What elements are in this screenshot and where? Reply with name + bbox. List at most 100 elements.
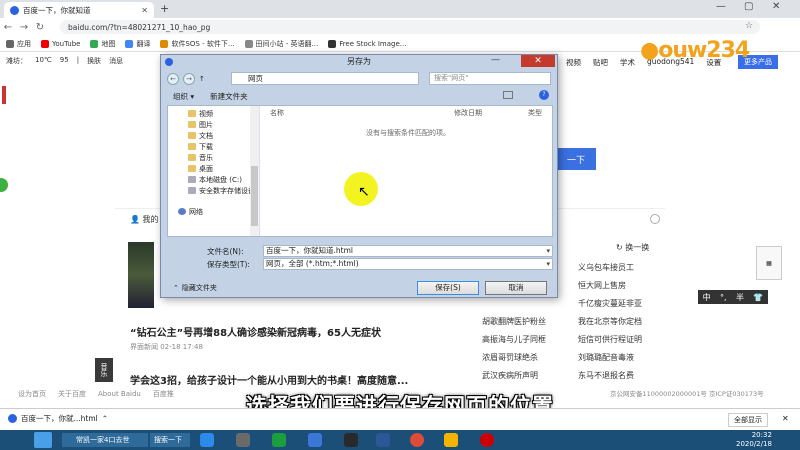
chevron-down-icon[interactable]: ▾ — [546, 259, 550, 269]
bookmark-apps[interactable]: 应用 — [6, 39, 31, 49]
hot-item[interactable]: 胡歌翻牌医护粉丝 — [482, 316, 546, 327]
up-arrow-icon[interactable]: ↑ — [199, 75, 205, 83]
organize-button[interactable]: 组织 ▾ — [173, 91, 194, 102]
nav-tieba[interactable]: 贴吧 — [593, 57, 608, 68]
dialog-forward-icon[interactable]: → — [183, 73, 195, 85]
view-icon[interactable] — [503, 91, 513, 99]
new-tab-icon[interactable]: + — [160, 2, 169, 15]
downloads-close-icon[interactable]: ✕ — [782, 414, 789, 423]
chevron-down-icon[interactable]: ▾ — [546, 246, 550, 256]
tree-item-local-disk[interactable]: 本地磁盘 (C:) — [168, 174, 259, 185]
url-input[interactable]: baidu.com/?tn=48021271_10_hao_pg — [60, 20, 760, 34]
dialog-close-button[interactable]: ✕ — [521, 55, 555, 67]
bookmark-softsos[interactable]: 软件SOS - 软件下... — [160, 39, 235, 49]
side-widget-icon[interactable] — [0, 178, 8, 192]
reload-icon[interactable]: ↻ — [32, 22, 48, 33]
path-input[interactable]: 网页 — [231, 72, 419, 85]
tree-item-downloads[interactable]: 下载 — [168, 141, 259, 152]
chevron-up-icon[interactable]: ⌃ — [102, 414, 108, 423]
scroll-thumb[interactable] — [251, 166, 258, 226]
feed-settings-icon[interactable] — [650, 214, 660, 224]
ie-icon[interactable] — [200, 433, 214, 447]
col-type[interactable]: 类型 — [528, 108, 542, 118]
bookmark-translate[interactable]: 翻译 — [125, 39, 150, 49]
bookmark-maps[interactable]: 地图 — [90, 39, 115, 49]
tree-item-music[interactable]: 音乐 — [168, 152, 259, 163]
powerpoint-icon[interactable] — [444, 433, 458, 447]
tree-item-documents[interactable]: 文档 — [168, 130, 259, 141]
help-icon[interactable]: ? — [539, 90, 549, 100]
save-button[interactable]: 保存(S) — [417, 281, 479, 295]
hot-item[interactable]: 千亿瘦灾蔓延非亚 — [578, 298, 642, 309]
dialog-search-input[interactable]: 搜索"网页" — [429, 72, 551, 85]
hot-item[interactable]: 恒大网上售房 — [578, 280, 626, 291]
cancel-button[interactable]: 取消 — [485, 281, 547, 295]
taskbar-search[interactable]: 搜索一下 — [150, 433, 190, 447]
thermometer-icon — [2, 86, 6, 104]
skin-link[interactable]: 换肤 — [87, 56, 101, 66]
start-icon[interactable] — [34, 432, 52, 448]
bookmark-tianjian[interactable]: 田间小站 - 英语翻... — [244, 39, 318, 49]
word-icon[interactable] — [376, 433, 390, 447]
hot-item[interactable]: 浓眉哥罚球绝杀 — [482, 352, 538, 363]
filename-input[interactable]: 百度一下，你就知道.html ▾ — [263, 245, 553, 257]
tree-item-network[interactable]: 网络 — [168, 206, 259, 217]
music-tab[interactable]: 音乐 — [95, 358, 113, 382]
new-folder-button[interactable]: 新建文件夹 — [210, 91, 248, 102]
mine-tab[interactable]: 👤 我的 — [130, 214, 159, 225]
tree-item-desktop[interactable]: 桌面 — [168, 163, 259, 174]
hide-folders-toggle[interactable]: ⌃ 隐藏文件夹 — [173, 283, 217, 293]
filename-row: 文件名(N): 百度一下，你就知道.html ▾ — [167, 245, 553, 257]
taskbar-clock[interactable]: 20:32 2020/2/18 — [736, 431, 772, 449]
forward-icon[interactable]: → — [16, 22, 32, 33]
tree-item-sd-card[interactable]: 安全数字存储设备 — [168, 185, 259, 196]
bookmark-star-icon[interactable]: ☆ — [745, 21, 753, 31]
hot-item[interactable]: 高振海与儿子同框 — [482, 334, 546, 345]
nav-academic[interactable]: 学术 — [620, 57, 635, 68]
bookmark-freestock[interactable]: Free Stock Image... — [328, 39, 406, 48]
back-icon[interactable]: ← — [0, 22, 16, 33]
hot-item[interactable]: 短信可供行程证明 — [578, 334, 642, 345]
minimize-icon[interactable]: — — [716, 1, 726, 12]
taskbar-task[interactable]: 常凯一家4口去世 — [62, 433, 148, 447]
qr-code-icon[interactable]: ▦ — [756, 246, 782, 280]
show-all-button[interactable]: 全部显示 — [728, 413, 768, 427]
col-name[interactable]: 名称 — [270, 108, 284, 118]
ime-toolbar[interactable]: 中 °, 半 👕 — [698, 290, 768, 304]
messages-link[interactable]: 消息 — [109, 56, 123, 66]
nav-video[interactable]: 视频 — [566, 57, 581, 68]
tree-item-videos[interactable]: 视频 — [168, 108, 259, 119]
refresh-hot-button[interactable]: ↻ 换一换 — [616, 242, 649, 253]
baidunetdisk-icon[interactable] — [308, 433, 322, 447]
tab-baidu[interactable]: 百度一下，你就知道 ✕ — [4, 2, 154, 18]
dialog-back-icon[interactable]: ← — [167, 73, 179, 85]
col-modified[interactable]: 修改日期 — [454, 108, 482, 118]
news-headline[interactable]: “钻石公主”号再增88人确诊感染新冠病毒，65人无症状 — [130, 324, 381, 339]
site-logo: ●ouw234 — [640, 38, 750, 63]
maximize-icon[interactable]: ▢ — [744, 1, 753, 12]
shirt-icon: 👕 — [753, 292, 764, 302]
empty-message: 没有与搜索条件匹配的项。 — [366, 129, 450, 137]
record-icon[interactable] — [480, 433, 494, 447]
search-button[interactable]: 一下 — [556, 148, 596, 170]
hot-item[interactable]: 刘璐璐配音毒液 — [578, 352, 634, 363]
tree-scrollbar[interactable] — [250, 106, 259, 236]
wechat-icon[interactable] — [272, 433, 286, 447]
app-icon[interactable] — [344, 433, 358, 447]
news-thumbnail[interactable] — [128, 242, 154, 308]
hot-item[interactable]: 东马不退报名费 — [578, 370, 634, 381]
hot-item[interactable]: 我在北京等你定档 — [578, 316, 642, 327]
chrome-taskbar-icon[interactable] — [410, 433, 424, 447]
bookmark-youtube[interactable]: YouTube — [41, 39, 80, 48]
tree-item-pictures[interactable]: 图片 — [168, 119, 259, 130]
download-item[interactable]: 百度一下，你就...html ⌃ — [8, 413, 108, 424]
explorer-icon[interactable] — [236, 433, 250, 447]
filetype-select[interactable]: 网页，全部 (*.htm;*.html) ▾ — [263, 258, 553, 270]
hot-item[interactable]: 武汉疾病所声明 — [482, 370, 538, 381]
dialog-minimize-icon[interactable]: — — [491, 55, 500, 65]
apps-icon — [6, 39, 14, 48]
hot-item[interactable]: 义乌包车接员工 — [578, 262, 634, 273]
windows-taskbar: 常凯一家4口去世 搜索一下 20:32 2020/2/18 — [0, 430, 800, 450]
window-close-icon[interactable]: ✕ — [772, 1, 780, 12]
tab-close-icon[interactable]: ✕ — [141, 6, 148, 15]
